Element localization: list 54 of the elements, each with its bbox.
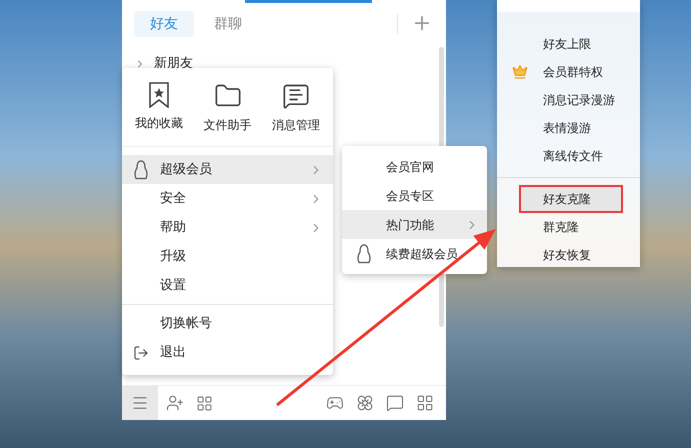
menu-item[interactable]: 升级 <box>122 242 333 271</box>
menu-item[interactable]: 好友克隆 <box>519 185 623 213</box>
menu-item[interactable]: 表情漫游 <box>497 114 640 142</box>
menu-label: 超级会员 <box>160 160 213 179</box>
menu-label: 群克隆 <box>543 219 579 236</box>
menu-label: 退出 <box>160 344 187 362</box>
shortcut-button[interactable]: 文件助手 <box>194 76 260 134</box>
menu-label: 离线传文件 <box>543 148 603 165</box>
menu-item[interactable]: 群克隆 <box>497 213 640 241</box>
grid-icon[interactable] <box>416 394 434 412</box>
shortcut-button[interactable]: 我的收藏 <box>126 76 192 134</box>
menu-label: 续费超级会员 <box>386 246 459 262</box>
message-icon <box>282 82 310 110</box>
flower-icon[interactable] <box>356 394 374 412</box>
menu-item[interactable]: 好友恢复 <box>497 241 640 269</box>
menu-label: 安全 <box>160 190 187 208</box>
menu-item[interactable]: 离线传文件 <box>497 142 640 170</box>
menu-item[interactable]: 退出 <box>122 338 333 367</box>
menu-label: 好友上限 <box>543 36 591 53</box>
menu-label: 切换帐号 <box>160 314 213 333</box>
penguin-icon <box>134 160 148 180</box>
menu-item[interactable]: 超级会员 <box>122 155 333 184</box>
menu-label: 升级 <box>160 248 187 266</box>
menu-label: 好友克隆 <box>543 191 591 208</box>
shortcut-button[interactable]: 消息管理 <box>263 76 329 134</box>
apps-icon[interactable] <box>196 394 213 412</box>
menu-label: 热门功能 <box>386 216 435 234</box>
menu-item[interactable]: 好友上限 <box>497 30 640 58</box>
menu-label: 好友恢复 <box>543 247 591 264</box>
menu-label: 会员官网 <box>386 158 435 176</box>
menu-item[interactable]: 切换帐号 <box>122 309 333 338</box>
group-label: 新朋友 <box>154 55 193 74</box>
menu-item[interactable]: 消息记录漫游 <box>497 86 640 114</box>
tab[interactable]: 群聊 <box>198 11 258 37</box>
menu-label: 会员专区 <box>386 188 435 204</box>
menu-label: 会员群特权 <box>543 64 603 81</box>
menu-button[interactable] <box>122 386 158 420</box>
menu-label: 帮助 <box>160 218 187 237</box>
bookmark-star-icon <box>148 82 170 108</box>
menu-item[interactable]: 安全 <box>122 184 333 213</box>
menu-item[interactable]: 热门功能 <box>342 210 487 239</box>
crown-icon <box>512 64 528 80</box>
menu-item[interactable]: 会员官网 <box>342 152 487 181</box>
menu-item[interactable]: 续费超级会员 <box>342 239 487 268</box>
menu-label: 消息记录漫游 <box>543 92 615 109</box>
menu-item[interactable]: 会员专区 <box>342 181 487 210</box>
menu-label: 表情漫游 <box>543 120 591 137</box>
menu-item[interactable]: 帮助 <box>122 213 333 242</box>
add-user-icon[interactable] <box>166 394 184 412</box>
penguin-icon <box>357 244 371 264</box>
menu-item[interactable]: 设置 <box>122 271 333 300</box>
menu-item[interactable]: 会员群特权 <box>497 58 640 86</box>
menu-label: 设置 <box>160 276 187 295</box>
exit-icon <box>133 344 149 360</box>
